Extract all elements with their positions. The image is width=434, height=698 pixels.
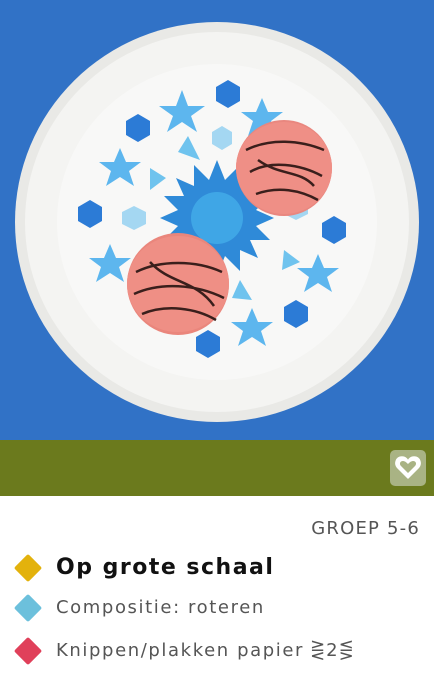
photo-illustration <box>0 0 434 440</box>
tag-label: Compositie: roteren <box>56 597 265 618</box>
tag-row: Knippen/plakken papier ⋛2⋚ <box>13 636 355 665</box>
tag-suffix: ⋛2⋚ <box>310 640 355 661</box>
group-label: GROEP 5-6 <box>311 518 420 539</box>
tag-row: Compositie: roteren <box>13 593 265 622</box>
heart-icon <box>395 456 421 479</box>
activity-photo[interactable] <box>0 0 434 440</box>
activity-card[interactable]: GROEP 5-6 Op grote schaal Compositie: ro… <box>0 0 434 698</box>
tag-diamond-icon <box>13 636 43 665</box>
activity-title-row: Op grote schaal <box>13 553 274 582</box>
tag-diamond-icon <box>13 593 43 622</box>
tag-label: Knippen/plakken papier <box>56 640 305 661</box>
card-action-bar <box>0 440 434 496</box>
title-diamond-icon <box>13 553 43 582</box>
activity-title[interactable]: Op grote schaal <box>56 555 274 580</box>
favorite-button[interactable] <box>390 450 426 486</box>
